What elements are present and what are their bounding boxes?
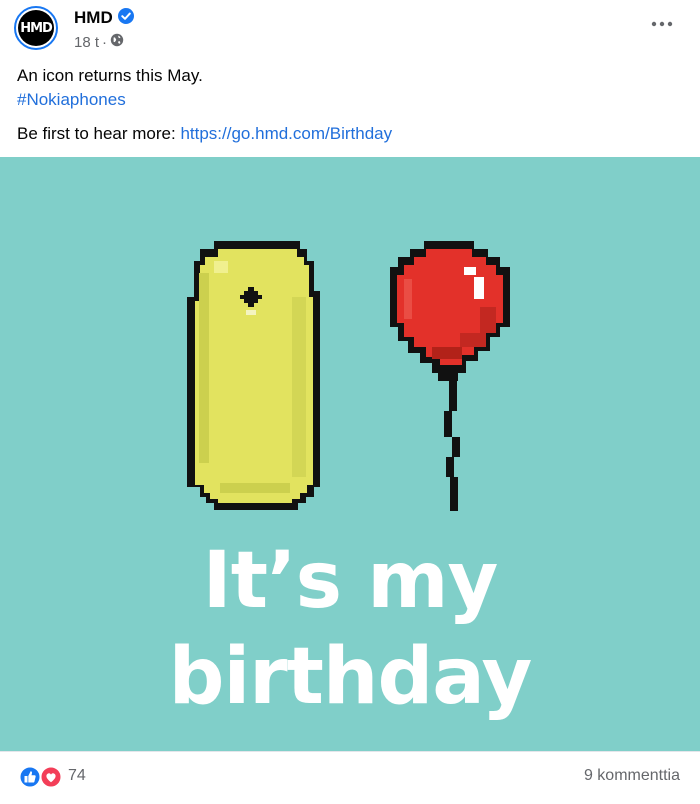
verified-badge-icon [117,7,134,29]
like-reaction-icon [18,765,42,789]
author-name[interactable]: HMD [74,8,113,28]
image-headline-line2: birthday [168,632,533,722]
globe-icon [110,33,124,51]
meta-separator: · [102,33,108,51]
hashtag-link[interactable]: #Nokiaphones [17,90,126,109]
reaction-count[interactable]: 74 [68,767,86,785]
avatar-logo: HMD [18,10,54,46]
post-timestamp[interactable]: 18 t [74,34,99,51]
post-text-prefix: Be first to hear more: [17,124,181,143]
post-text: An icon returns this May. #Nokiaphones B… [17,64,683,146]
post-header: HMD HMD 18 t · [0,0,700,60]
image-headline-line1: It’s my [202,536,499,626]
avatar[interactable]: HMD [14,6,58,50]
post-image[interactable]: It’s my birthday [0,157,700,751]
comment-count[interactable]: 9 kommenttia [584,767,680,785]
reactions-bar: 74 9 kommenttia [0,751,700,804]
pixel-balloon-icon [390,241,510,511]
reaction-icons[interactable] [18,765,64,789]
birthday-link[interactable]: https://go.hmd.com/Birthday [180,124,392,143]
pixel-phone-icon [187,241,320,510]
post-text-line: An icon returns this May. [17,66,203,85]
more-options-icon[interactable] [648,14,676,34]
author-line: HMD [74,7,134,29]
post-meta: 18 t · [74,32,124,52]
love-reaction-icon [39,765,63,789]
